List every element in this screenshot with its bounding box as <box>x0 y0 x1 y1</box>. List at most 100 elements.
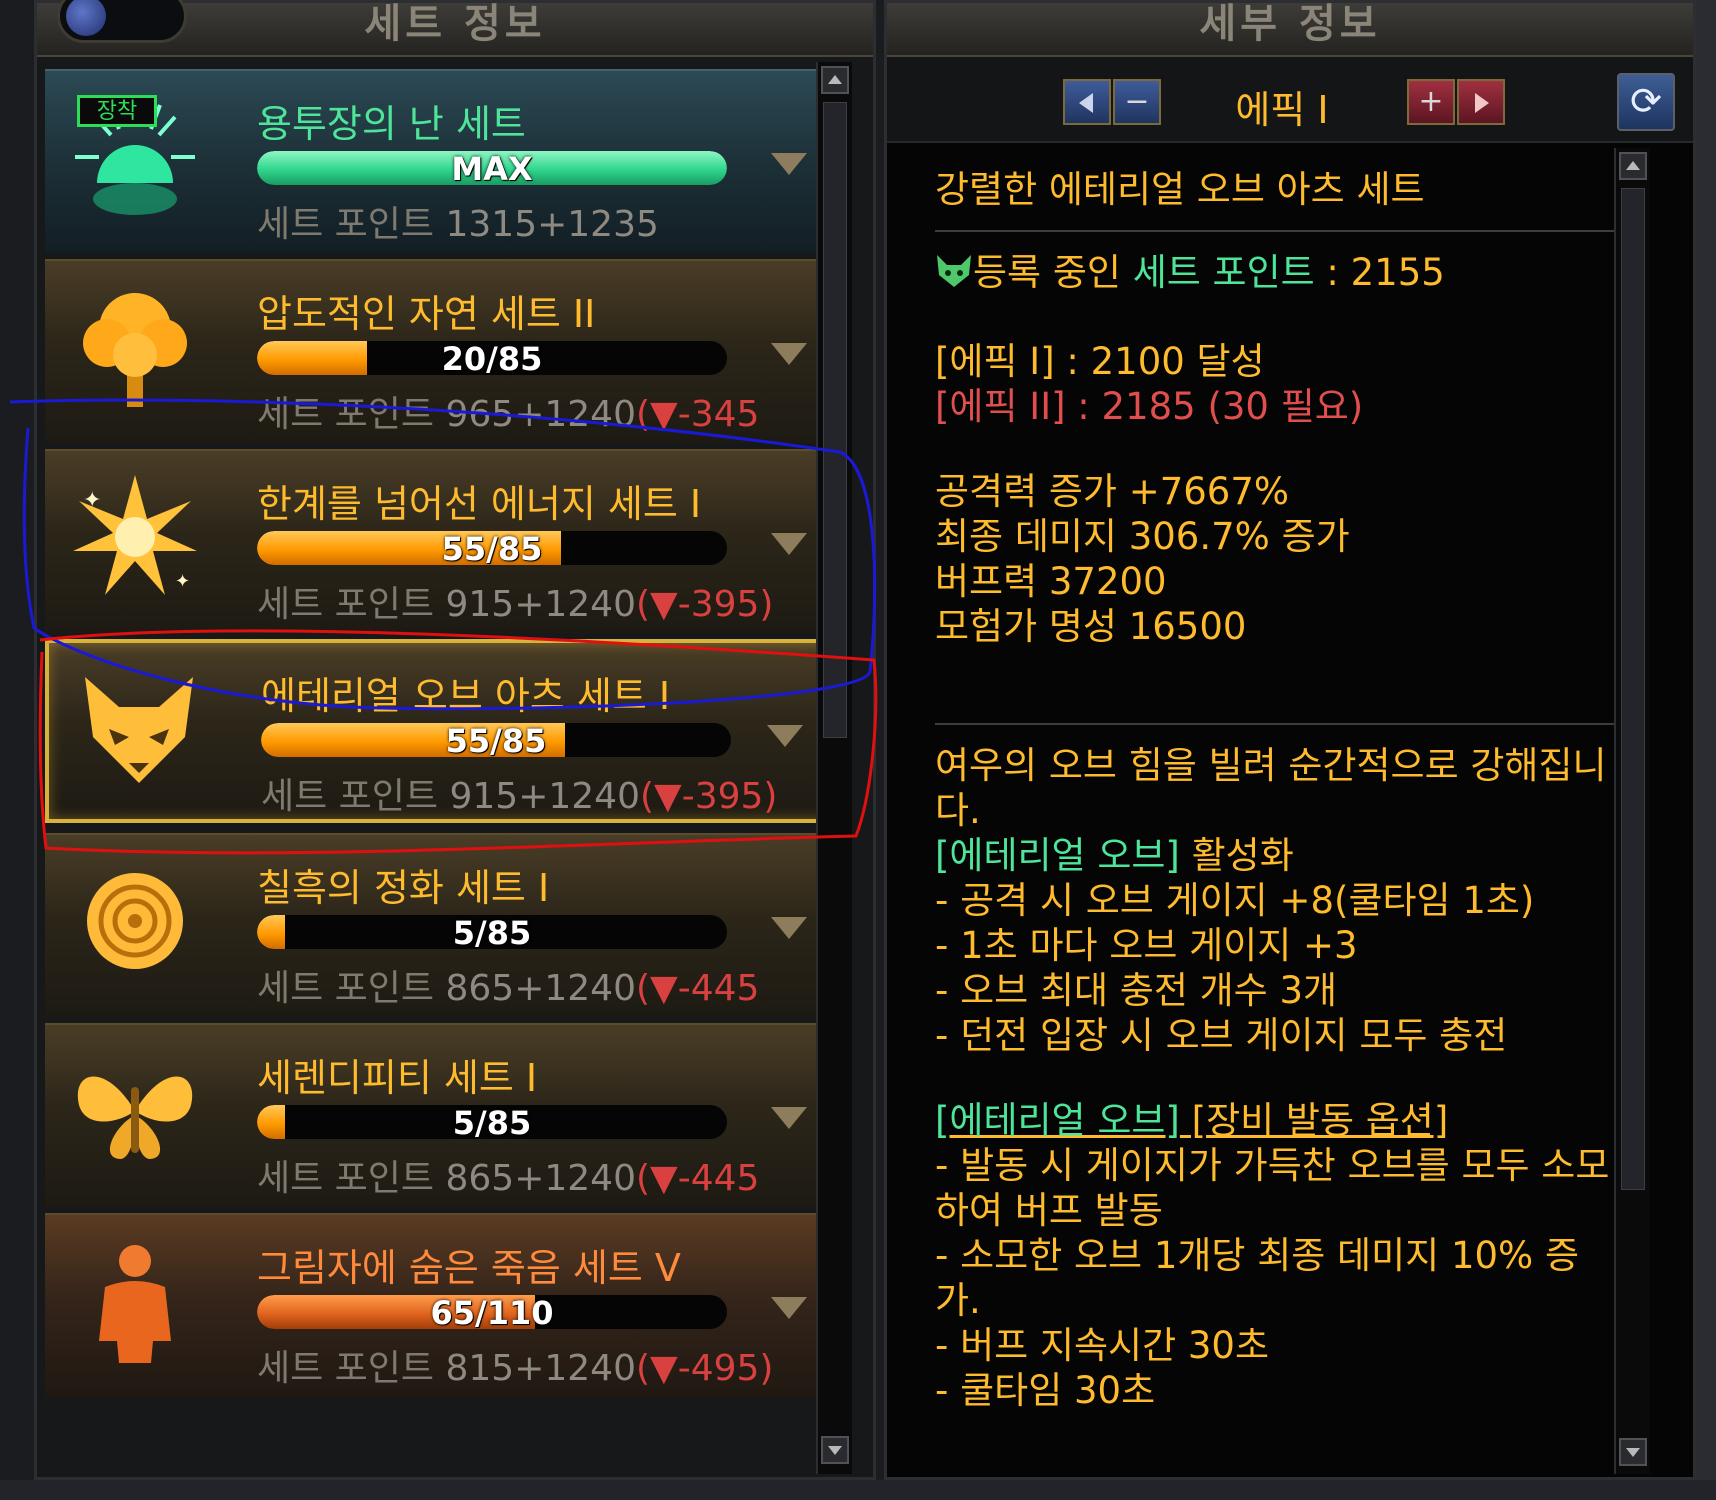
set-points: 세트 포인트 915+1240(▼-395) <box>257 575 773 627</box>
orb-tag: [에테리얼 오브] <box>935 834 1180 877</box>
set-item[interactable]: 칠흑의 정화 세트 I 5/85 세트 포인트 865+1240(▼-445 <box>45 833 835 1017</box>
points-value: 815+1240 <box>445 1348 637 1389</box>
stat-line: 최종 데미지 306.7% 증가 <box>935 515 1350 558</box>
set-progress-bar: 55/85 <box>257 531 727 565</box>
tier-achieved: [에픽 I] : 2100 달성 <box>935 340 1265 383</box>
set-name: 그림자에 숨은 죽음 세트 V <box>257 1246 681 1290</box>
set-name: 압도적인 자연 세트 II <box>257 292 596 336</box>
grade-prev-button[interactable]: − <box>1113 79 1161 125</box>
points-value: 865+1240 <box>445 968 637 1009</box>
scroll-up-icon <box>828 75 842 84</box>
set-name: 세렌디피티 세트 I <box>257 1056 538 1100</box>
stat-line: 모험가 명성 16500 <box>935 605 1247 648</box>
grade-last-button[interactable] <box>1457 79 1505 125</box>
set-name: 한계를 넘어선 에너지 세트 I <box>257 482 702 526</box>
registered-highlight: 세트 포인트 <box>1132 251 1315 294</box>
left-arrow-icon <box>1079 93 1093 113</box>
set-progress-bar: 65/110 <box>257 1295 727 1329</box>
points-value: 865+1240 <box>445 1158 637 1199</box>
expand-arrow-icon[interactable] <box>771 533 807 555</box>
points-delta: (▼-345 <box>636 394 760 435</box>
set-progress-bar: 20/85 <box>257 341 727 375</box>
description-intro: 여우의 오브 힘을 빌려 순간적으로 강해집니다. <box>935 744 1607 832</box>
detail-header: 세부 정보 <box>887 1 1693 57</box>
set-item[interactable]: ✦ ✦ 한계를 넘어선 에너지 세트 I 55/85 세트 포인트 915+12… <box>45 449 835 633</box>
orb-line: - 공격 시 오브 게이지 +8(쿨타임 1초) <box>935 879 1535 922</box>
points-label: 세트 포인트 <box>257 394 435 435</box>
set-info-title: 세트 정보 <box>364 1 546 47</box>
progress-text: 5/85 <box>452 1105 532 1139</box>
points-label: 세트 포인트 <box>261 776 439 817</box>
stat-line: 공격력 증가 +7667% <box>935 470 1290 513</box>
set-detail-text: 강렬한 에테리얼 오브 아츠 세트 등록 중인 세트 포인트 : 2155 [에… <box>935 153 1615 1473</box>
expand-arrow-icon[interactable] <box>771 1107 807 1129</box>
set-progress-bar: MAX <box>257 151 727 185</box>
equip-option-heading[interactable]: [에테리얼 오브] [장비 발동 옵션] <box>935 1098 1615 1143</box>
orb-activation: [에테리얼 오브] 활성화 <box>935 833 1615 878</box>
set-progress-bar: 55/85 <box>261 723 731 757</box>
set-info-header: 세트 정보 <box>37 0 873 57</box>
points-value: 1315+1235 <box>445 204 659 245</box>
stat-line: 버프력 37200 <box>935 560 1167 603</box>
points-delta: (▼-445 <box>636 968 760 1009</box>
scroll-down-button[interactable] <box>821 1436 849 1464</box>
fox-head-icon <box>935 253 973 299</box>
points-label: 세트 포인트 <box>257 1348 435 1389</box>
set-list: 장착 용투장의 난 세트 MAX 세트 포인트 1315+1235 압도적인 자… <box>45 69 835 1459</box>
scroll-thumb[interactable] <box>823 102 847 738</box>
option-line: - 소모한 오브 1개당 최종 데미지 10% 증가. <box>935 1234 1579 1322</box>
scroll-thumb[interactable] <box>1621 188 1645 1190</box>
expand-arrow-icon[interactable] <box>771 917 807 939</box>
set-item[interactable]: 그림자에 숨은 죽음 세트 V 65/110 세트 포인트 815+1240(▼… <box>45 1213 835 1397</box>
points-delta: (▼-395) <box>640 776 778 817</box>
points-label: 세트 포인트 <box>257 1158 435 1199</box>
set-item-selected[interactable]: 에테리얼 오브 아츠 세트 I 55/85 세트 포인트 915+1240(▼-… <box>45 639 835 823</box>
tier-next: [에픽 II] : 2185 (30 필요) <box>935 385 1364 428</box>
orb-suffix: 활성화 <box>1179 834 1294 877</box>
expand-arrow-icon[interactable] <box>771 153 807 175</box>
expand-arrow-icon[interactable] <box>771 1297 807 1319</box>
scroll-up-icon <box>1626 161 1640 170</box>
set-item[interactable]: 장착 용투장의 난 세트 MAX 세트 포인트 1315+1235 <box>45 69 835 253</box>
grade-label: 에픽 I <box>1235 88 1329 132</box>
sunrise-icon: 장착 <box>65 87 205 227</box>
registered-prefix: 등록 중인 <box>973 251 1133 294</box>
set-info-panel: 세트 정보 장착 용투장의 난 세트 MAX 세트 포인트 1315+1235 … <box>34 0 876 1480</box>
refresh-button[interactable]: ⟳ <box>1617 73 1675 131</box>
set-item[interactable]: 압도적인 자연 세트 II 20/85 세트 포인트 965+1240(▼-34… <box>45 259 835 443</box>
detail-scrollbar[interactable] <box>1614 148 1650 1474</box>
scroll-up-button[interactable] <box>1619 152 1647 180</box>
plus-icon: + <box>1418 84 1444 119</box>
progress-text: 55/85 <box>441 531 543 565</box>
progress-text: 65/110 <box>430 1295 554 1329</box>
points-delta: (▼-495) <box>636 1348 774 1389</box>
progress-text: 20/85 <box>441 341 543 375</box>
window-bottom-edge <box>0 1480 1716 1500</box>
grade-navigator: − 에픽 I + ⟳ <box>887 57 1693 143</box>
grade-first-button[interactable] <box>1063 79 1111 125</box>
butterfly-icon <box>65 1041 205 1181</box>
set-points: 세트 포인트 865+1240(▼-445 <box>257 959 759 1011</box>
scroll-down-icon <box>828 1446 842 1455</box>
orb-line: - 오브 최대 충전 개수 3개 <box>935 969 1338 1012</box>
option-line: - 쿨타임 30초 <box>935 1369 1156 1412</box>
set-name: 칠흑의 정화 세트 I <box>257 866 550 910</box>
option-suffix: [장비 발동 옵션] <box>1179 1099 1449 1142</box>
set-name: 용투장의 난 세트 <box>257 102 526 146</box>
svg-text:✦: ✦ <box>83 488 101 513</box>
expand-arrow-icon[interactable] <box>771 343 807 365</box>
scroll-down-icon <box>1626 1448 1640 1457</box>
scroll-down-button[interactable] <box>1619 1438 1647 1466</box>
detail-title: 세부 정보 <box>1199 1 1381 47</box>
points-value: 915+1240 <box>445 584 637 625</box>
expand-arrow-icon[interactable] <box>767 725 803 747</box>
orb-line: - 1초 마다 오브 게이지 +3 <box>935 924 1358 967</box>
energy-burst-icon: ✦ ✦ <box>65 467 205 607</box>
right-arrow-icon <box>1475 93 1489 113</box>
grade-next-button[interactable]: + <box>1407 79 1455 125</box>
set-list-scrollbar[interactable] <box>816 62 852 1474</box>
shadow-figure-icon <box>65 1231 205 1371</box>
scroll-up-button[interactable] <box>821 66 849 94</box>
set-item[interactable]: 세렌디피티 세트 I 5/85 세트 포인트 865+1240(▼-445 <box>45 1023 835 1207</box>
points-delta: (▼-445 <box>636 1158 760 1199</box>
